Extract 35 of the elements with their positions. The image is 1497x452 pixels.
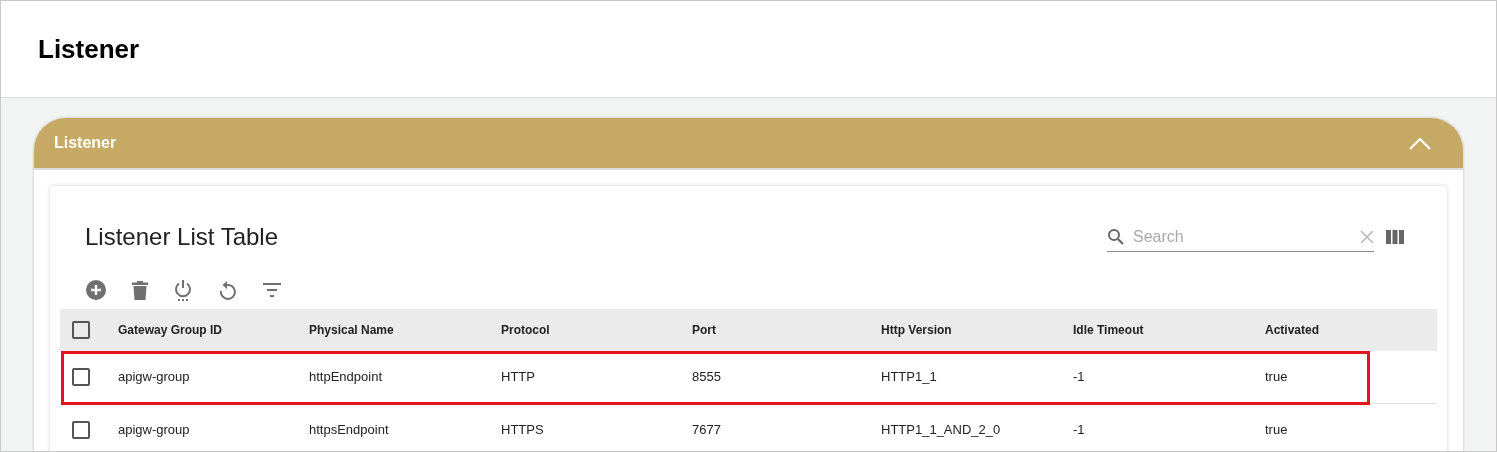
- table-cell-text: httpsEndpoint: [309, 421, 390, 440]
- table-cell-text: 7677: [692, 421, 722, 440]
- table-cell-text: HTTP: [501, 368, 536, 387]
- table-cell-text: apigw-group: [118, 368, 191, 387]
- column-header[interactable]: Port: [692, 321, 881, 339]
- table-cell-text: HTTPS: [501, 421, 545, 440]
- page-title: Listener: [38, 32, 140, 66]
- table-cell-text: -1: [1073, 368, 1086, 387]
- table-cell-text: -1: [1073, 421, 1086, 440]
- search-icon: [1107, 227, 1125, 246]
- table-cell-text: apigw-group: [118, 421, 191, 440]
- refresh-icon[interactable]: [218, 280, 236, 300]
- column-header[interactable]: Activated: [1265, 321, 1437, 339]
- checkbox[interactable]: [72, 321, 90, 339]
- column-header[interactable]: Idle Timeout: [1073, 321, 1265, 339]
- table-cell-text: HTTP1_1: [881, 368, 938, 387]
- checkbox[interactable]: [72, 368, 90, 386]
- table-title: Listener List Table: [85, 222, 278, 252]
- checkbox[interactable]: [72, 421, 90, 439]
- column-header[interactable]: Gateway Group ID: [118, 321, 309, 339]
- table-cell-text: httpEndpoint: [309, 368, 383, 387]
- power-icon[interactable]: [174, 279, 192, 301]
- filter-icon[interactable]: [262, 283, 282, 297]
- table-cell-text: HTTP1_1_AND_2_0: [881, 421, 1002, 440]
- column-header[interactable]: Protocol: [501, 321, 692, 339]
- add-icon[interactable]: [86, 280, 106, 300]
- search-field[interactable]: Search: [1133, 224, 1352, 249]
- table-cell-text: 8555: [692, 368, 722, 387]
- column-header[interactable]: Physical Name: [309, 321, 501, 339]
- table-cell-text: true: [1265, 421, 1289, 440]
- panel-title: Listener: [54, 133, 117, 153]
- column-header[interactable]: Http Version: [881, 321, 1073, 339]
- columns-icon[interactable]: [1386, 230, 1404, 244]
- table-cell-text: true: [1265, 368, 1289, 387]
- trash-icon[interactable]: [132, 280, 148, 300]
